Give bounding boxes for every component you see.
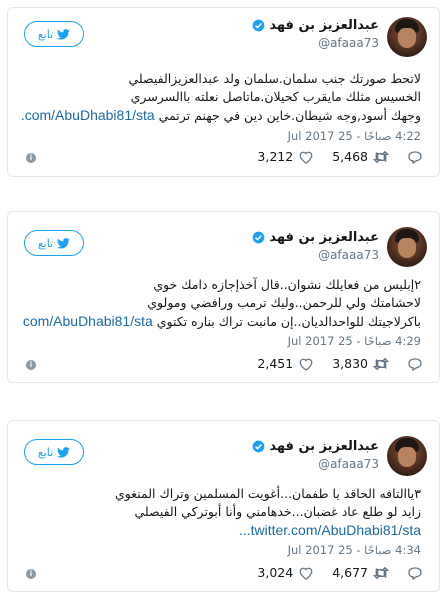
verified-badge-icon: [252, 440, 265, 453]
retweet-count: 3,830: [332, 356, 368, 371]
avatar[interactable]: [387, 17, 427, 57]
tweet-link[interactable]: twitter.com/AbuDhabi81/sta...: [22, 313, 153, 329]
like-count: 3,024: [257, 565, 294, 580]
tweet-actions: 2,451 3,830: [257, 356, 423, 371]
tweet-timestamp[interactable]: 4:34 صباحًا - 25 Jul 2017: [288, 543, 421, 557]
retweet-icon: [373, 357, 389, 370]
tweet-timestamp[interactable]: 4:22 صباحًا - 25 Jul 2017: [288, 129, 421, 143]
info-icon[interactable]: i: [26, 153, 36, 163]
twitter-bird-icon: [57, 28, 70, 40]
tweet-actions: 3,024 4,677: [257, 565, 423, 580]
author-name-row[interactable]: عبدالعزيز بن فهد: [252, 230, 379, 245]
reply-icon: [408, 566, 422, 580]
author-name: عبدالعزيز بن فهد: [269, 230, 379, 245]
author-handle[interactable]: @afaaa73: [318, 457, 379, 471]
author-handle[interactable]: @afaaa73: [318, 248, 379, 262]
tweet-card: تابع عبدالعزيز بن فهد @afaaa73 ٢إبليس من…: [7, 211, 440, 383]
tweet-card: تابع عبدالعزيز بن فهد @afaaa73 ٣ياالتافه…: [7, 420, 440, 592]
like-button[interactable]: 3,024: [257, 565, 314, 580]
heart-icon: [299, 567, 313, 580]
reply-icon: [408, 357, 422, 371]
follow-button[interactable]: تابع: [24, 21, 84, 47]
tweet-line: ٣ياالتافه الحاقد يا طفمان...أغويت المسلم…: [114, 486, 421, 501]
reply-button[interactable]: [407, 150, 423, 164]
tweet-line: ٢إبليس من فعايلك نشوان..قال آخذإجازه دام…: [153, 277, 421, 292]
info-icon[interactable]: i: [26, 360, 36, 370]
like-button[interactable]: 2,451: [257, 356, 314, 371]
avatar[interactable]: [387, 436, 427, 476]
tweet-line: لاتحط صورتك جنب سلمان.سلمان ولد عبدالعزي…: [128, 71, 422, 86]
reply-button[interactable]: [407, 357, 423, 371]
avatar[interactable]: [387, 227, 427, 267]
tweet-link[interactable]: twitter.com/AbuDhabi81/sta...: [22, 107, 155, 123]
tweet-line: لاحشامتك ولي للرحمن..وليك ترمب ورافضي وم…: [147, 295, 421, 310]
verified-badge-icon: [252, 19, 265, 32]
tweet-line: زايد لو طلع عاد غضبان...خدهامني وأنا أبو…: [134, 504, 421, 519]
tweet-line: وجهك أسود,وجه شيطان.خاين دين في جهنم ترت…: [158, 108, 421, 123]
twitter-bird-icon: [57, 237, 70, 249]
retweet-icon: [373, 150, 389, 163]
follow-label: تابع: [37, 445, 54, 459]
tweet-text: لاتحط صورتك جنب سلمان.سلمان ولد عبدالعزي…: [22, 70, 421, 125]
tweet-line: باكرلاجيتك للواحدالديان..إن مانبت تراك ب…: [156, 314, 421, 329]
retweet-button[interactable]: 3,830: [332, 356, 389, 371]
retweet-count: 4,677: [332, 565, 368, 580]
tweet-link[interactable]: twitter.com/AbuDhabi81/sta...: [22, 521, 421, 539]
tweet-card: تابع عبدالعزيز بن فهد @afaaa73 لاتحط صور…: [7, 7, 440, 177]
heart-icon: [299, 358, 313, 371]
reply-button[interactable]: [407, 566, 423, 580]
info-icon[interactable]: i: [26, 569, 36, 579]
follow-label: تابع: [37, 236, 54, 250]
retweet-count: 5,468: [332, 149, 368, 164]
like-count: 3,212: [257, 149, 294, 164]
author-name-row[interactable]: عبدالعزيز بن فهد: [252, 439, 379, 454]
tweet-line: الخسيس مثلك مايقرب كحيلان.ماتاصل نعلته ب…: [130, 89, 421, 104]
twitter-bird-icon: [57, 446, 70, 458]
heart-icon: [299, 151, 313, 164]
author-name-row[interactable]: عبدالعزيز بن فهد: [252, 18, 379, 33]
author-handle[interactable]: @afaaa73: [318, 36, 379, 50]
like-count: 2,451: [257, 356, 294, 371]
tweet-timestamp[interactable]: 4:29 صباحًا - 25 Jul 2017: [288, 334, 421, 348]
follow-button[interactable]: تابع: [24, 230, 84, 256]
tweet-actions: 3,212 5,468: [257, 149, 423, 164]
retweet-button[interactable]: 5,468: [332, 149, 389, 164]
like-button[interactable]: 3,212: [257, 149, 314, 164]
reply-icon: [408, 150, 422, 164]
retweet-button[interactable]: 4,677: [332, 565, 389, 580]
follow-label: تابع: [37, 27, 54, 41]
retweet-icon: [373, 566, 389, 579]
follow-button[interactable]: تابع: [24, 439, 84, 465]
tweet-text: ٢إبليس من فعايلك نشوان..قال آخذإجازه دام…: [22, 276, 421, 331]
author-name: عبدالعزيز بن فهد: [269, 439, 379, 454]
tweet-text: ٣ياالتافه الحاقد يا طفمان...أغويت المسلم…: [22, 485, 421, 539]
verified-badge-icon: [252, 231, 265, 244]
author-name: عبدالعزيز بن فهد: [269, 18, 379, 33]
